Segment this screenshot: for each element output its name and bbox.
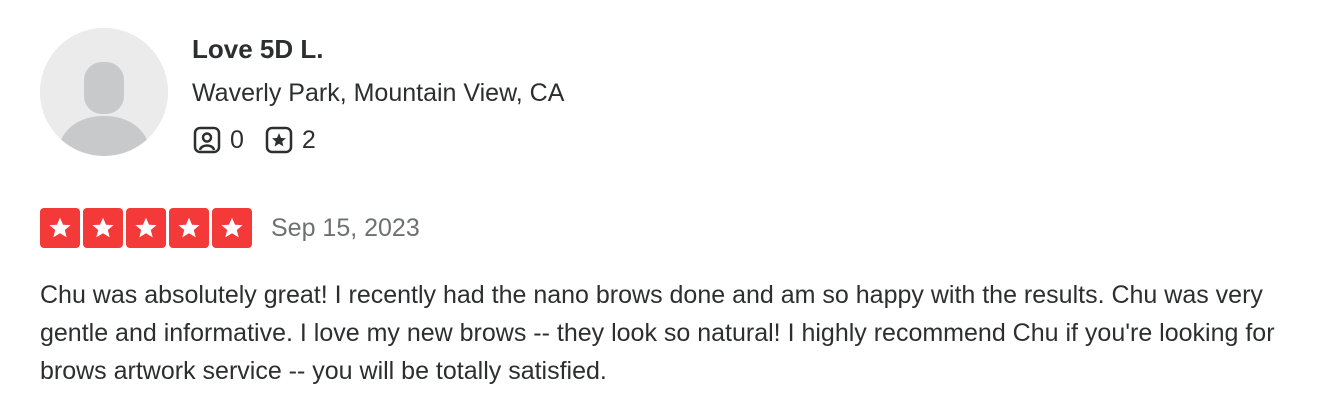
- friends-icon: [192, 125, 222, 155]
- star-rating: [40, 208, 255, 248]
- user-location: Waverly Park, Mountain View, CA: [192, 79, 565, 107]
- friends-stat: 0: [192, 125, 244, 155]
- friends-count: 0: [230, 125, 244, 154]
- star-icon: [212, 208, 252, 248]
- star-icon: [83, 208, 123, 248]
- star-icon: [126, 208, 166, 248]
- star-icon: [169, 208, 209, 248]
- review-star-icon: [264, 125, 294, 155]
- review-rating: Sep 15, 2023: [40, 208, 420, 248]
- reviews-count: 2: [301, 125, 316, 154]
- review-date: Sep 15, 2023: [271, 213, 420, 242]
- default-user-avatar-icon: [40, 28, 168, 156]
- review-body: Chu was absolutely great! I recently had…: [40, 281, 1275, 385]
- avatar[interactable]: [40, 28, 168, 156]
- user-name[interactable]: Love 5D L.: [192, 32, 323, 66]
- reviews-stat: 2: [264, 125, 316, 155]
- star-icon: [40, 208, 80, 248]
- user-stats: 0 2: [192, 124, 336, 156]
- review-text: Chu was absolutely great! I recently had…: [40, 276, 1310, 390]
